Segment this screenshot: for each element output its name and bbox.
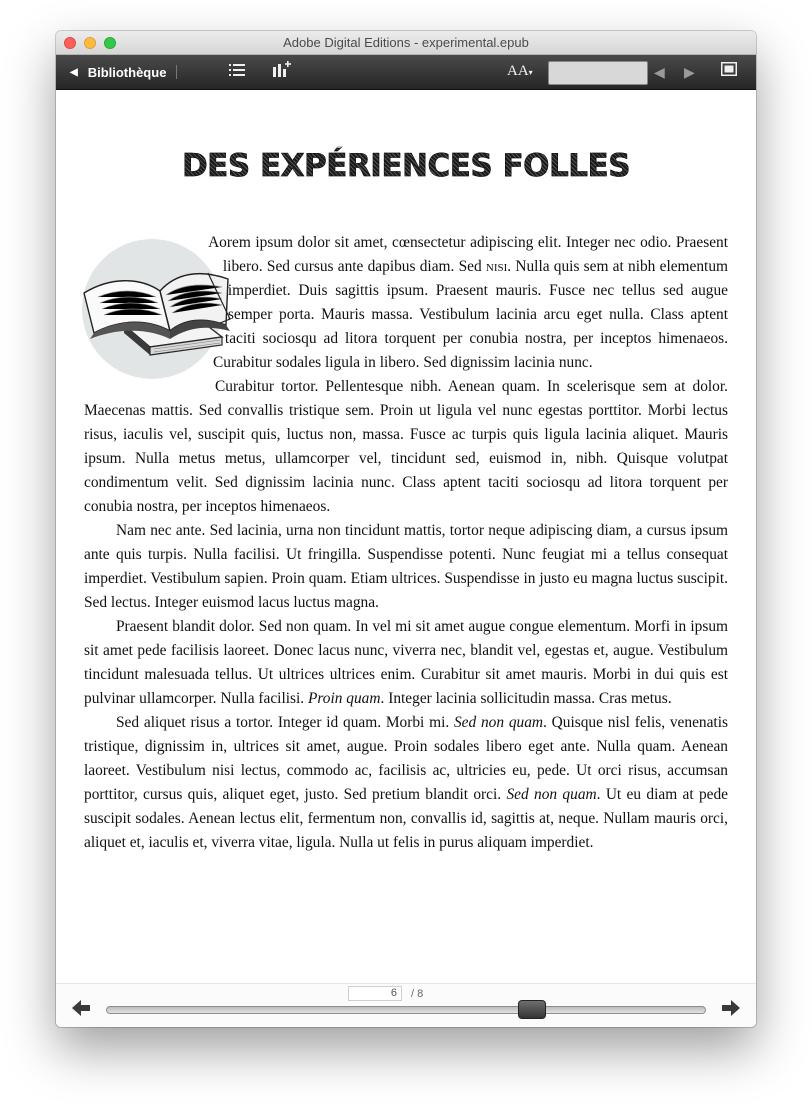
bookmark-add-icon[interactable] xyxy=(273,61,291,82)
total-pages-label: / 8 xyxy=(411,988,424,1000)
paragraph: Sed aliquet risus a tortor. Integer id q… xyxy=(84,711,728,855)
library-back-button[interactable]: ◀ Bibliothèque xyxy=(70,63,166,81)
title-bar: Adobe Digital Editions - experimental.ep… xyxy=(56,31,756,55)
smallcaps-text: nisi xyxy=(485,258,508,275)
reader-toolbar: ◀ Bibliothèque AA▾ ◀ ▶ xyxy=(56,55,756,90)
search-input[interactable] xyxy=(548,61,648,85)
arrow-right-icon[interactable] xyxy=(722,1000,740,1021)
window-title: Adobe Digital Editions - experimental.ep… xyxy=(283,35,529,50)
current-page-field[interactable]: 6 xyxy=(348,986,402,1001)
app-window: Adobe Digital Editions - experimental.ep… xyxy=(56,31,756,1027)
progress-slider-handle[interactable] xyxy=(517,1000,546,1019)
italic-text: Sed non quam xyxy=(453,714,544,731)
page-progress-slider[interactable] xyxy=(106,1006,706,1014)
back-triangle-icon: ◀ xyxy=(70,66,78,78)
italic-text: Sed non quam xyxy=(506,786,597,803)
arrow-left-icon[interactable] xyxy=(72,1000,90,1021)
fullscreen-icon[interactable] xyxy=(721,62,737,81)
paragraph: Praesent blandit dolor. Sed non quam. In… xyxy=(84,615,728,711)
paragraph-text: Sed aliquet risus a tortor. Integer id q… xyxy=(116,714,454,731)
list-icon[interactable] xyxy=(229,63,245,82)
chevron-down-icon: ▾ xyxy=(528,68,533,77)
page-navigation-bar: 6 / 8 xyxy=(56,983,756,1027)
book-page: DES EXPÉRIENCES FOLLES Aorem ipsum dolor… xyxy=(56,90,756,983)
previous-result-icon[interactable]: ◀ xyxy=(654,64,665,81)
toolbar-divider xyxy=(176,65,177,79)
paragraph: Curabitur tortor. Pellentesque nibh. Aen… xyxy=(84,378,728,515)
next-result-icon[interactable]: ▶ xyxy=(684,64,695,81)
chapter-body: Aorem ipsum dolor sit amet, cœnsectetur … xyxy=(82,231,728,855)
paragraph: Nam nec ante. Sed lacinia, urna non tinc… xyxy=(84,522,728,611)
font-size-label: AA xyxy=(507,63,529,79)
library-label: Bibliothèque xyxy=(87,64,167,80)
italic-text: Proin quam xyxy=(307,690,381,707)
font-size-button[interactable]: AA▾ xyxy=(507,63,533,80)
paragraph-text: . Integer lacinia sollicitudin massa. Cr… xyxy=(380,690,672,707)
chapter-title: DES EXPÉRIENCES FOLLES xyxy=(56,148,756,185)
chapter-title-text: DES EXPÉRIENCES FOLLES xyxy=(181,148,631,185)
